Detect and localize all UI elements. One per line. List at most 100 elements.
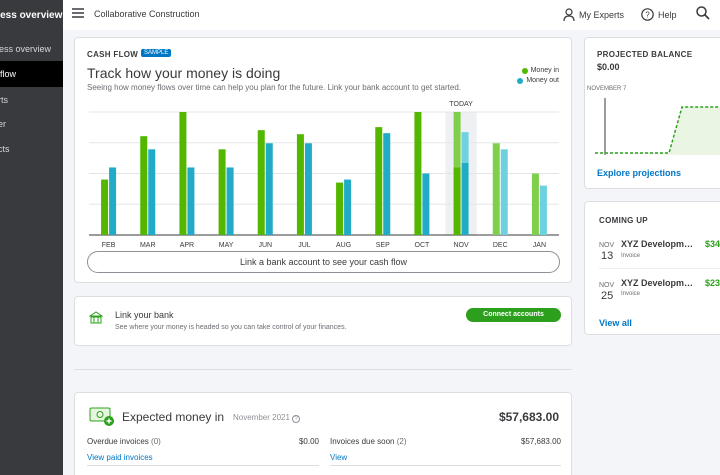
expected-period-text: November 2021	[233, 413, 290, 422]
sidebar-item-label: flow	[0, 69, 17, 79]
invoices-due-label: Invoices due soon (2)	[330, 437, 407, 446]
item-type: Invoice	[621, 253, 641, 259]
bar-money-out	[187, 167, 195, 235]
overdue-label-text: Overdue invoices	[87, 437, 149, 446]
sidebar-title[interactable]: ness overview	[0, 10, 62, 21]
bar-money-out	[500, 149, 508, 235]
sidebar: ness overview ness overview flow rts er …	[0, 0, 63, 475]
x-tick-label: JUN	[258, 242, 272, 249]
item-divider	[599, 268, 720, 269]
overdue-invoices-label: Overdue invoices (0)	[87, 437, 161, 446]
cash-flow-chart: TODAY FEB MAR APR MAY JUN JUL AUG SEP OCT NOV DEC JA…	[89, 101, 559, 249]
bar-money-in	[296, 134, 304, 235]
view-invoices-due-link[interactable]: View	[330, 453, 347, 462]
x-tick-label: OCT	[415, 242, 431, 249]
projected-balance-chart	[595, 98, 720, 155]
x-tick-label: MAY	[219, 242, 234, 249]
item-day: 25	[601, 290, 614, 302]
bar-money-in	[257, 130, 265, 235]
info-icon[interactable]: ?	[292, 415, 301, 423]
projected-balance-value: $0.00	[597, 62, 620, 72]
x-tick-label: DEC	[493, 242, 508, 249]
bar-money-out	[422, 173, 430, 235]
explore-projections-link[interactable]: Explore projections	[597, 168, 681, 178]
search-icon[interactable]	[696, 6, 710, 20]
x-tick-label: APR	[180, 242, 194, 249]
person-icon	[563, 8, 575, 22]
bar-money-in	[101, 179, 109, 235]
svg-text:?: ?	[645, 11, 650, 20]
item-amount: $23	[705, 278, 720, 288]
x-tick-label: AUG	[336, 242, 351, 249]
bar-money-out	[344, 179, 352, 235]
bar-money-in	[375, 127, 383, 235]
expected-money-amount: $57,683.00	[498, 410, 559, 424]
due-label-text: Invoices due soon	[330, 437, 395, 446]
item-name: XYZ Developm…	[621, 278, 694, 288]
sample-badge: SAMPLE	[141, 49, 172, 57]
bar-money-out	[304, 143, 312, 235]
section-divider	[74, 369, 572, 370]
x-tick-label: JAN	[533, 242, 546, 249]
my-experts-button[interactable]: My Experts	[563, 8, 624, 22]
top-bar: Collaborative Construction My Experts ? …	[63, 0, 720, 30]
link-bank-account-button[interactable]: Link a bank account to see your cash flo…	[87, 251, 560, 273]
due-count: (2)	[396, 437, 407, 446]
money-out-dot	[517, 77, 524, 84]
item-month: NOV	[599, 242, 615, 249]
sidebar-item-business-overview[interactable]: ness overview	[0, 44, 51, 54]
x-tick-label: JUL	[298, 242, 311, 249]
cash-flow-subtitle: Seeing how money flows over time can hel…	[87, 83, 461, 92]
invoices-due-value: $57,683.00	[520, 437, 561, 446]
expected-money-card: Expected money in November 2021 ? $57,68…	[74, 392, 572, 475]
bar-money-in	[531, 173, 539, 235]
bar-money-out	[461, 163, 469, 235]
coming-up-label: COMING UP	[599, 216, 648, 225]
item-day: 13	[601, 250, 614, 262]
cash-flow-label: CASH FLOW	[87, 50, 139, 59]
sidebar-item-cash-flow[interactable]: flow	[0, 61, 63, 87]
bar-money-in	[218, 149, 226, 235]
sidebar-item-reports[interactable]: rts	[0, 95, 8, 105]
due-underline	[330, 465, 561, 466]
view-all-link[interactable]: View all	[599, 318, 632, 328]
sidebar-item-other[interactable]: er	[0, 119, 6, 129]
x-tick-label: SEP	[376, 242, 390, 249]
expected-money-title: Expected money in	[122, 410, 225, 424]
view-paid-invoices-link[interactable]: View paid invoices	[87, 453, 153, 462]
money-icon	[89, 407, 114, 426]
bar-money-in	[492, 143, 500, 235]
money-in-dot	[521, 67, 528, 74]
bar-money-out	[539, 185, 547, 235]
bar-money-out	[109, 167, 117, 235]
item-type: Invoice	[621, 291, 641, 297]
bar-money-in-forecast	[453, 112, 461, 168]
bar-money-in	[336, 182, 344, 235]
link-bank-card: Link your bank See where your money is h…	[74, 296, 572, 346]
help-button[interactable]: ? Help	[641, 8, 677, 21]
legend-money-in-label: Money in	[530, 67, 559, 74]
my-experts-label: My Experts	[579, 10, 625, 20]
overdue-count: (0)	[151, 437, 161, 446]
hamburger-menu-icon[interactable]	[72, 8, 84, 18]
x-tick-label: FEB	[102, 242, 116, 249]
projected-date-label: NOVEMBER 7	[587, 86, 627, 92]
company-name: Collaborative Construction	[94, 9, 200, 19]
bar-money-out	[148, 149, 156, 235]
expected-money-period: November 2021 ?	[233, 413, 301, 423]
item-month: NOV	[599, 282, 615, 289]
bar-money-in	[414, 112, 422, 235]
cash-flow-title: Track how your money is doing	[87, 65, 281, 81]
bar-money-out	[383, 133, 391, 235]
sidebar-item-contacts[interactable]: cts	[0, 144, 10, 154]
today-label: TODAY	[449, 101, 473, 108]
bar-money-out	[265, 143, 273, 235]
bar-money-in	[140, 136, 148, 235]
bar-money-out-forecast	[461, 132, 469, 164]
bar-money-out	[226, 167, 234, 235]
item-name: XYZ Developm…	[621, 239, 694, 249]
link-bank-title: Link your bank	[115, 310, 174, 320]
overdue-underline	[87, 465, 319, 466]
connect-accounts-button[interactable]: Connect accounts	[466, 308, 561, 322]
cash-flow-card: CASH FLOW SAMPLE Track how your money is…	[74, 37, 572, 283]
